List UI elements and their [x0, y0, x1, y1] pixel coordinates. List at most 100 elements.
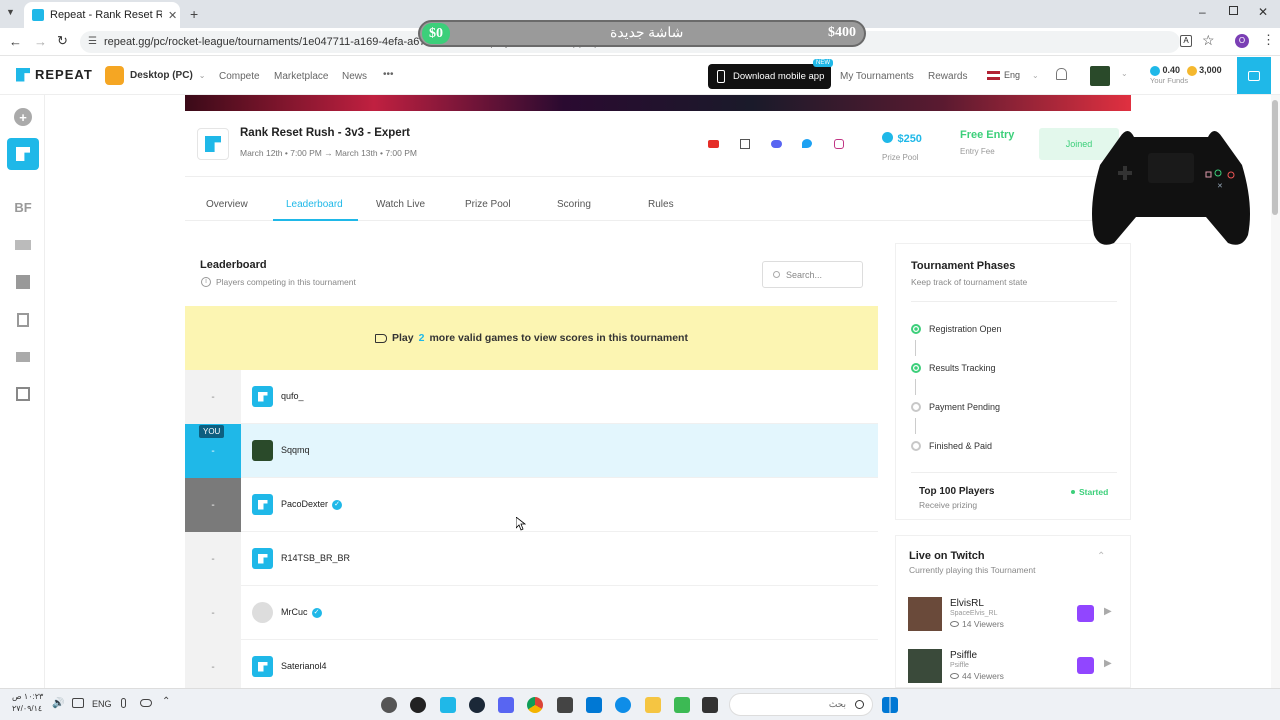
leaderboard-row[interactable]: - Saterianol4 [185, 640, 878, 694]
phone-icon [717, 70, 725, 83]
translate-icon[interactable]: A [1180, 35, 1192, 47]
chrome-icon[interactable] [527, 697, 543, 713]
cloud-icon[interactable] [140, 699, 152, 707]
tab-leaderboard[interactable]: Leaderboard [286, 199, 343, 210]
bookmark-star-icon[interactable]: ☆ [1202, 32, 1215, 49]
taskbar-search[interactable]: بحث [729, 693, 873, 716]
play-icon[interactable]: ▶ [1104, 606, 1112, 617]
taskbar-language[interactable]: ENG [92, 699, 112, 709]
chevron-down-icon[interactable]: ⌄ [1121, 69, 1128, 78]
profile-avatar[interactable]: O [1235, 34, 1249, 48]
scrollbar-thumb[interactable] [1272, 100, 1278, 215]
forward-icon[interactable]: → [34, 34, 47, 49]
taskbar-app-icon[interactable] [440, 697, 456, 713]
taskbar-app-icon[interactable] [557, 697, 573, 713]
tab-scoring[interactable]: Scoring [557, 199, 591, 210]
tab-rules[interactable]: Rules [648, 199, 674, 210]
youtube-icon[interactable] [708, 140, 719, 148]
tab-title: Repeat - Rank Reset Rush - 3v3 [50, 9, 162, 21]
game-icon[interactable] [7, 341, 39, 373]
browser-tab[interactable]: Repeat - Rank Reset Rush - 3v3 ✕ [24, 2, 180, 28]
tab-close-icon[interactable]: ✕ [168, 9, 177, 22]
taskbar-app-icon[interactable] [674, 697, 690, 713]
close-window-icon[interactable]: ✕ [1258, 5, 1268, 19]
minimize-icon[interactable]: – [1199, 5, 1206, 19]
svg-text:✕: ✕ [1217, 182, 1223, 190]
notification-center-icon[interactable]: 🔊 [52, 698, 64, 709]
tournament-logo [197, 128, 229, 160]
taskbar-app-icon[interactable] [381, 697, 397, 713]
discord-icon[interactable] [771, 140, 782, 148]
language-selector[interactable]: Eng ⌄ [987, 70, 1039, 80]
wallet-button[interactable] [1237, 57, 1271, 94]
taskbar-date: ٢٧/٠٩/١٤ [12, 704, 43, 713]
edge-icon[interactable] [615, 697, 631, 713]
notification-bell-icon[interactable] [1056, 68, 1067, 80]
maximize-icon[interactable] [1229, 6, 1238, 15]
microphone-icon[interactable] [121, 698, 126, 708]
show-hidden-icons-icon[interactable]: ⌃ [162, 696, 170, 707]
player-name[interactable]: qufo_ [281, 391, 304, 401]
wallet-icon [1248, 70, 1260, 81]
add-game-icon[interactable]: + [7, 101, 39, 133]
play-icon[interactable]: ▶ [1104, 658, 1112, 669]
leaderboard-row[interactable]: - qufo_ [185, 370, 878, 424]
new-badge: NEW [813, 59, 833, 67]
phase-pending-icon [911, 402, 921, 412]
taskbar-app-icon[interactable] [702, 697, 718, 713]
game-icon[interactable] [7, 266, 39, 298]
player-name[interactable]: PacoDexter ✓ [281, 499, 343, 510]
megaphone-icon [375, 333, 388, 343]
player-name[interactable]: MrCuc ✓ [281, 607, 322, 618]
nav-rewards[interactable]: Rewards [928, 71, 967, 82]
taskbar-app-icon[interactable] [410, 697, 426, 713]
twitch-icon[interactable] [740, 139, 750, 149]
streamer-item[interactable]: Psiffle Psiffle 44 Viewers ▶ [908, 649, 1128, 689]
leaderboard-row[interactable]: - MrCuc ✓ [185, 586, 878, 640]
tab-overview[interactable]: Overview [206, 199, 248, 210]
game-icon[interactable] [7, 304, 39, 336]
page-scrollbar[interactable] [1271, 95, 1280, 688]
network-icon[interactable] [72, 698, 84, 708]
leaderboard-row-current-user[interactable]: - YOU Sqqmq [185, 424, 878, 478]
nav-more-icon[interactable]: ••• [383, 69, 394, 80]
nav-news[interactable]: News [342, 71, 367, 82]
instagram-icon[interactable] [834, 139, 844, 149]
store-icon[interactable] [586, 697, 602, 713]
rocket-league-icon[interactable] [7, 138, 39, 170]
game-icon[interactable] [7, 229, 39, 261]
search-input[interactable]: Search... [762, 261, 863, 288]
tab-list-icon[interactable]: ▼ [6, 7, 15, 17]
reload-icon[interactable]: ↻ [57, 33, 68, 49]
discord-icon[interactable] [498, 697, 514, 713]
battlefield-icon[interactable]: BF [7, 191, 39, 223]
game-icon[interactable] [7, 378, 39, 410]
entry-fee-stat: Free Entry Entry Fee [960, 129, 1014, 156]
steam-icon[interactable] [469, 697, 485, 713]
player-name[interactable]: Saterianol4 [281, 661, 327, 671]
browser-menu-icon[interactable]: ⋮ [1262, 32, 1275, 48]
back-icon[interactable]: ← [9, 34, 22, 49]
nav-compete[interactable]: Compete [219, 71, 260, 82]
tab-watch-live[interactable]: Watch Live [376, 199, 425, 210]
new-tab-icon[interactable]: + [190, 6, 198, 22]
tab-prize-pool[interactable]: Prize Pool [465, 199, 511, 210]
twitter-icon[interactable] [802, 139, 812, 148]
collapse-chevron-icon[interactable]: ⌃ [1097, 551, 1105, 562]
repeat-logo[interactable]: REPEAT [16, 67, 93, 82]
windows-start-icon[interactable] [882, 697, 898, 713]
streamer-item[interactable]: ElvisRL SpaceElvis_RL 14 Viewers ▶ [908, 597, 1128, 637]
player-name[interactable]: R14TSB_BR_BR [281, 553, 350, 563]
leaderboard-row[interactable]: - R14TSB_BR_BR [185, 532, 878, 586]
platform-selector[interactable]: Desktop (PC) ⌄ [105, 66, 206, 85]
eye-icon [950, 621, 959, 627]
download-app-button[interactable]: Download mobile app NEW [708, 59, 833, 89]
site-info-icon[interactable]: ☰ [88, 31, 97, 53]
nav-my-tournaments[interactable]: My Tournaments [840, 71, 914, 82]
file-explorer-icon[interactable] [645, 697, 661, 713]
user-avatar[interactable] [1090, 66, 1110, 86]
nav-marketplace[interactable]: Marketplace [274, 71, 328, 82]
funds-display[interactable]: 0.40 3,000 Your Funds [1150, 65, 1222, 85]
player-name[interactable]: Sqqmq [281, 445, 310, 455]
leaderboard-row[interactable]: - PacoDexter ✓ [185, 478, 878, 532]
